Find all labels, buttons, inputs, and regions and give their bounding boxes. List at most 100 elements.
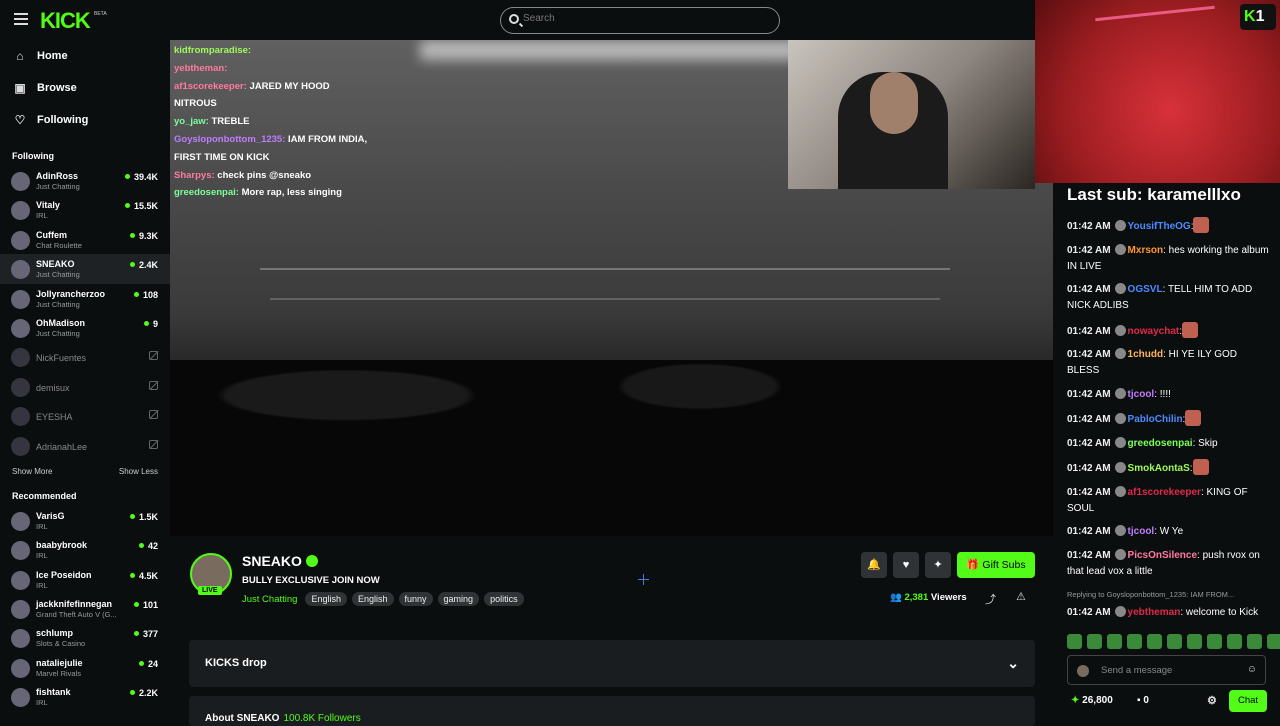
- tag-chip[interactable]: English: [351, 592, 394, 606]
- share-icon[interactable]: ⤴: [985, 591, 996, 607]
- channel-item[interactable]: Cuffem Chat Roulette 9.3K: [0, 225, 170, 254]
- heart-icon[interactable]: ♥: [893, 552, 919, 578]
- channel-item-offline[interactable]: NickFuentes: [0, 342, 170, 371]
- red-room-overlay: K1: [1035, 0, 1280, 183]
- channel-item[interactable]: Jollyrancherzoo Just Chatting 108: [0, 284, 170, 313]
- tag-chip[interactable]: English: [305, 592, 347, 606]
- avatar: [11, 348, 30, 368]
- chat-username[interactable]: tjcool: [1128, 526, 1155, 537]
- emote-icon[interactable]: [1267, 634, 1280, 649]
- chat-username[interactable]: af1scorekeeper: [1128, 487, 1201, 498]
- emote-icon[interactable]: [1187, 634, 1202, 649]
- channel-item-offline[interactable]: AdrianahLee: [0, 431, 170, 460]
- nav-browse[interactable]: ▣ Browse: [0, 72, 170, 104]
- channel-item[interactable]: Vitaly IRL 15.5K: [0, 195, 170, 224]
- channel-item[interactable]: jackknifefinnegan Grand Theft Auto V (G..…: [0, 594, 170, 623]
- nav-label: Home: [37, 50, 68, 62]
- bell-icon[interactable]: 🔔: [861, 552, 887, 578]
- gear-icon[interactable]: ⚙: [1207, 694, 1217, 707]
- chat-username: Goysloponbottom_1235:: [174, 133, 286, 145]
- nav-label: Following: [37, 114, 89, 126]
- tag-chip[interactable]: funny: [398, 592, 433, 606]
- menu-icon[interactable]: [14, 13, 28, 25]
- channel-item[interactable]: VarisG IRL 1.5K: [0, 506, 170, 535]
- emote-icon[interactable]: [1107, 634, 1122, 649]
- channel-item[interactable]: schlump Slots & Casino 377: [0, 623, 170, 652]
- show-less-link[interactable]: Show Less: [119, 460, 158, 484]
- sparkle-icon[interactable]: ✦: [925, 552, 951, 578]
- viewer-count: 9: [143, 319, 158, 329]
- channel-item[interactable]: OhMadison Just Chatting 9: [0, 313, 170, 342]
- live-dot-icon: [133, 602, 139, 608]
- emote-icon[interactable]: [1207, 634, 1222, 649]
- about-panel[interactable]: About SNEAKO 100.8K Followers: [189, 696, 1035, 726]
- user-badge-icon: [1114, 462, 1126, 473]
- channel-item[interactable]: Ice Poseidon IRL 4.5K: [0, 565, 170, 594]
- chat-username[interactable]: tjcool: [1128, 389, 1155, 400]
- top-bar: KICK BETA: [0, 0, 1035, 40]
- chat-message: 01:42 AM 1chudd: HI YE ILY GOD BLESS: [1067, 347, 1272, 379]
- tag-chip[interactable]: gaming: [437, 592, 480, 606]
- chat-send-button[interactable]: Chat: [1229, 690, 1267, 712]
- gift-subs-button[interactable]: 🎁 Gift Subs: [957, 552, 1035, 578]
- emote-icon[interactable]: [1127, 634, 1142, 649]
- kicks-counter[interactable]: ▪ 0: [1137, 695, 1149, 706]
- viewer-number: 9.3K: [138, 230, 158, 241]
- chat-timestamp: 01:42 AM: [1067, 607, 1111, 618]
- avatar: [11, 260, 30, 280]
- report-icon[interactable]: ⚠: [1016, 590, 1026, 603]
- channel-item[interactable]: AdinRoss Just Chatting 39.4K: [0, 166, 170, 195]
- streamer-name[interactable]: SNEAKO: [242, 553, 318, 569]
- viewer-number: 1.5K: [138, 511, 158, 522]
- emote-icon[interactable]: [1227, 634, 1242, 649]
- chat-message: 01:42 AM tjcool: W Ye: [1067, 524, 1272, 540]
- emote-icon[interactable]: [1087, 634, 1102, 649]
- chat-username[interactable]: 1chudd: [1128, 349, 1164, 360]
- chat-username[interactable]: PabloChilin: [1128, 414, 1183, 425]
- search-box[interactable]: [500, 7, 780, 34]
- nav-home[interactable]: ⌂ Home: [0, 40, 170, 72]
- channel-item[interactable]: nataliejulie Marvel Rivals 24: [0, 653, 170, 682]
- avatar: [11, 230, 30, 250]
- channel-category: IRL: [36, 580, 48, 590]
- channel-item[interactable]: fishtank IRL 2.2K: [0, 682, 170, 711]
- channel-item[interactable]: SNEAKO Just Chatting 2.4K: [0, 254, 170, 284]
- chat-input[interactable]: Send a message ☺: [1067, 655, 1266, 685]
- emote-icon[interactable]: [1167, 634, 1182, 649]
- video-chat-line: yo_jaw: TREBLE: [174, 113, 404, 131]
- chat-username[interactable]: SmokAontaS: [1128, 463, 1190, 474]
- kick-logo[interactable]: KICK: [40, 8, 91, 34]
- tag-chip[interactable]: politics: [484, 592, 524, 606]
- emote-icon[interactable]: [1147, 634, 1162, 649]
- viewer-number: 377: [142, 629, 158, 640]
- kicks-drop-panel[interactable]: KICKS drop ⌄: [189, 640, 1035, 687]
- emote-icon[interactable]: [1247, 634, 1262, 649]
- offline-icon: [149, 410, 158, 420]
- chat-username[interactable]: greedosenpai: [1128, 438, 1193, 449]
- emote-icon[interactable]: [1067, 634, 1082, 649]
- reply-context: Replying to Goysloponbottom_1235: IAM FR…: [1067, 590, 1235, 599]
- points-counter[interactable]: ✦ 26,800: [1071, 695, 1113, 706]
- chat-text: IAM FROM INDIA,: [285, 133, 368, 145]
- live-dot-icon: [129, 513, 135, 519]
- ceiling-light: [420, 40, 800, 60]
- emoji-icon[interactable]: ☺: [1247, 664, 1257, 675]
- chat-text: NITROUS: [174, 98, 217, 110]
- chat-username[interactable]: yebtheman: [1128, 607, 1181, 618]
- chat-username[interactable]: YousifTheOG: [1128, 221, 1191, 232]
- chat-username: yebtheman:: [174, 62, 228, 74]
- chat-username[interactable]: Mxrson: [1128, 245, 1164, 256]
- emote-icon: [1192, 459, 1209, 475]
- channel-item-offline[interactable]: EYESHA: [0, 401, 170, 430]
- chat-username[interactable]: nowaychat: [1128, 326, 1180, 337]
- category-link[interactable]: Just Chatting: [242, 594, 297, 605]
- search-input[interactable]: [523, 13, 763, 24]
- chat-username[interactable]: OGSVL: [1128, 284, 1163, 295]
- channel-item-offline[interactable]: demisux: [0, 372, 170, 401]
- channel-item[interactable]: baabybrook IRL 42: [0, 535, 170, 564]
- nav-following[interactable]: ♡ Following: [0, 104, 170, 136]
- show-more-link[interactable]: Show More: [12, 460, 52, 484]
- chat-username[interactable]: PicsOnSilence: [1128, 550, 1197, 561]
- nav-label: Browse: [37, 82, 77, 94]
- following-heading: Following: [12, 151, 54, 161]
